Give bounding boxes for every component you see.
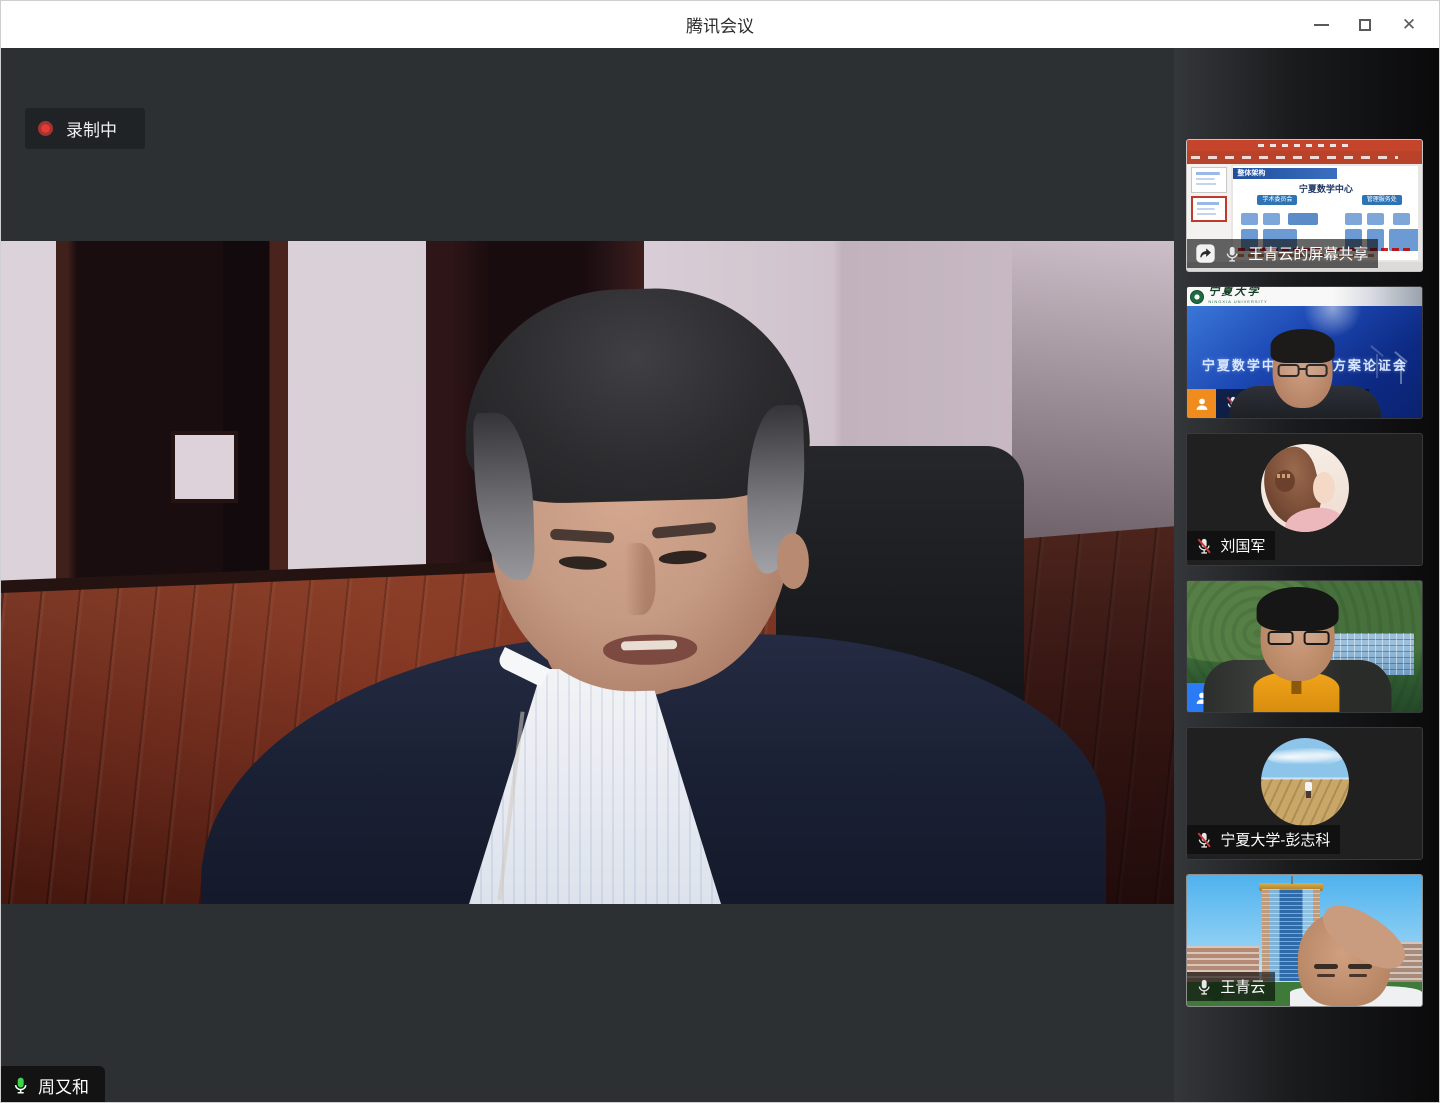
avatar — [1261, 444, 1349, 532]
mic-muted-icon — [1195, 537, 1213, 555]
participant-tile-wangwenshuai[interactable]: 宁夏大学 NINGXIA UNIVERSITY 宁夏数学中 方案论证会 — [1186, 286, 1423, 419]
close-icon: ✕ — [1402, 16, 1416, 33]
background-door — [56, 241, 288, 587]
slide-header: 整体架构 — [1233, 168, 1337, 179]
maximize-icon — [1359, 19, 1371, 31]
slide-title: 宁夏数学中心 — [1233, 182, 1418, 195]
tile-label: 王青云 — [1187, 972, 1275, 1001]
speaker-name-tag: 周又和 — [1, 1066, 105, 1103]
speaker-face — [468, 287, 810, 696]
participant-strip: 整体架构 宁夏数学中心 学术委员会 管理服务处 — [1174, 48, 1439, 1103]
mic-on-icon — [1223, 245, 1241, 263]
window-title: 腾讯会议 — [686, 12, 754, 37]
mic-muted-icon — [1195, 831, 1213, 849]
participant-video — [1187, 581, 1422, 712]
tile-label: 宁夏大学-彭志科 — [1187, 825, 1340, 854]
participant-name: 王青云 — [1220, 976, 1265, 997]
university-logo-text: 宁夏大学 — [1208, 287, 1267, 297]
university-logo-subtext: NINGXIA UNIVERSITY — [1208, 297, 1267, 307]
participant-name: 刘国军 — [1220, 535, 1265, 556]
slide-branch-right: 管理服务处 — [1362, 195, 1402, 205]
tile-label: 王青云的屏幕共享 — [1187, 239, 1378, 268]
minimize-button[interactable] — [1299, 1, 1343, 48]
window-controls: ✕ — [1299, 1, 1431, 48]
tile-label: 刘国军 — [1187, 531, 1275, 560]
participant-tile-screen-share[interactable]: 整体架构 宁夏数学中心 学术委员会 管理服务处 — [1186, 139, 1423, 272]
maximize-button[interactable] — [1343, 1, 1387, 48]
recording-icon — [38, 121, 53, 136]
titlebar: 腾讯会议 ✕ — [1, 1, 1439, 48]
avatar — [1261, 738, 1349, 826]
meeting-content: 录制中 周又和 — [1, 48, 1439, 1103]
minimize-icon — [1314, 24, 1329, 26]
participant-name: 王青云的屏幕共享 — [1248, 243, 1368, 264]
slide-branch-left: 学术委员会 — [1257, 195, 1297, 205]
tencent-meeting-window: 腾讯会议 ✕ — [0, 0, 1440, 1103]
screen-share-icon — [1195, 243, 1216, 264]
mic-on-icon — [1195, 978, 1213, 996]
recording-label: 录制中 — [66, 116, 117, 141]
main-video-region[interactable]: 录制中 周又和 — [1, 48, 1174, 1103]
participant-name: 宁夏大学-彭志科 — [1220, 829, 1330, 850]
mic-on-icon — [11, 1076, 30, 1095]
member-badge-icon — [1187, 389, 1216, 418]
participant-tile-liuguojun[interactable]: 刘国军 — [1186, 433, 1423, 566]
participant-tile-tangtao[interactable]: 汤涛 — [1186, 580, 1423, 713]
participant-tile-pengzhike[interactable]: 宁夏大学-彭志科 — [1186, 727, 1423, 860]
speaker-video — [1, 241, 1174, 904]
participant-tile-wangqingyun[interactable]: 王青云 — [1186, 874, 1423, 1007]
recording-badge: 录制中 — [25, 108, 145, 149]
speaker-name: 周又和 — [38, 1073, 89, 1098]
close-button[interactable]: ✕ — [1387, 1, 1431, 48]
university-logo-icon — [1190, 290, 1204, 304]
